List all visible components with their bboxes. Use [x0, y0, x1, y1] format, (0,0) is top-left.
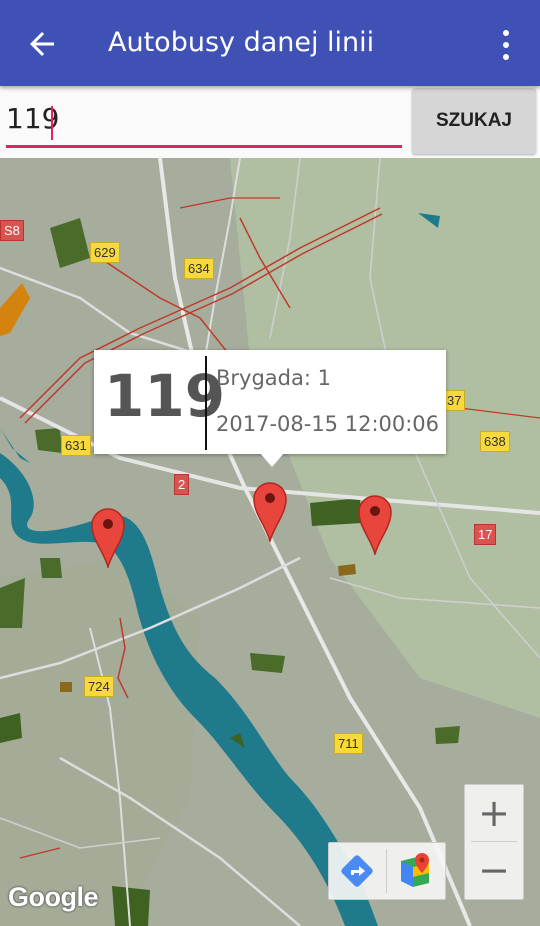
- bus-info-window[interactable]: 119 Brygada: 1 2017-08-15 12:00:06: [94, 350, 446, 467]
- directions-icon[interactable]: [329, 843, 385, 899]
- road-label-638: 638: [480, 431, 510, 452]
- zoom-controls: + −: [464, 784, 524, 900]
- bus-marker-icon[interactable]: [357, 493, 393, 555]
- zoom-out-button[interactable]: −: [465, 842, 523, 898]
- road-label-s8: S8: [0, 220, 24, 241]
- map-toolbar: [328, 842, 446, 900]
- line-input-wrapper: [6, 92, 402, 148]
- google-maps-icon[interactable]: [387, 843, 443, 899]
- road-label-17: 17: [474, 524, 497, 545]
- road-label-631: 631: [61, 435, 91, 456]
- bus-marker-icon[interactable]: [252, 480, 288, 542]
- popup-divider: [205, 356, 207, 450]
- bus-marker-icon[interactable]: [90, 506, 126, 568]
- search-button[interactable]: SZUKAJ: [412, 88, 536, 154]
- road-label-2: 2: [174, 474, 190, 495]
- page-title: Autobusy danej linii: [108, 27, 375, 58]
- text-caret: [51, 106, 53, 140]
- road-label-711: 711: [334, 733, 363, 754]
- road-label-629: 629: [90, 242, 120, 263]
- popup-brigade: Brygada: 1: [216, 366, 331, 390]
- popup-timestamp: 2017-08-15 12:00:06: [216, 412, 440, 436]
- search-bar: SZUKAJ: [0, 86, 540, 158]
- more-vert-icon[interactable]: [494, 28, 518, 62]
- app-bar: Autobusy danej linii: [0, 0, 540, 86]
- line-number-input[interactable]: [6, 92, 402, 144]
- zoom-in-button[interactable]: +: [465, 785, 523, 841]
- popup-pointer: [260, 453, 284, 467]
- input-underline: [6, 145, 402, 148]
- map-view[interactable]: S8 629 634 37 638 631 2 17 724 711 119 B…: [0, 158, 540, 926]
- road-label-634: 634: [184, 258, 214, 279]
- arrow-back-icon[interactable]: [24, 26, 60, 62]
- road-label-37: 37: [443, 390, 466, 411]
- road-label-724: 724: [84, 676, 114, 697]
- google-logo: Google: [8, 882, 99, 912]
- map-base: [0, 158, 540, 926]
